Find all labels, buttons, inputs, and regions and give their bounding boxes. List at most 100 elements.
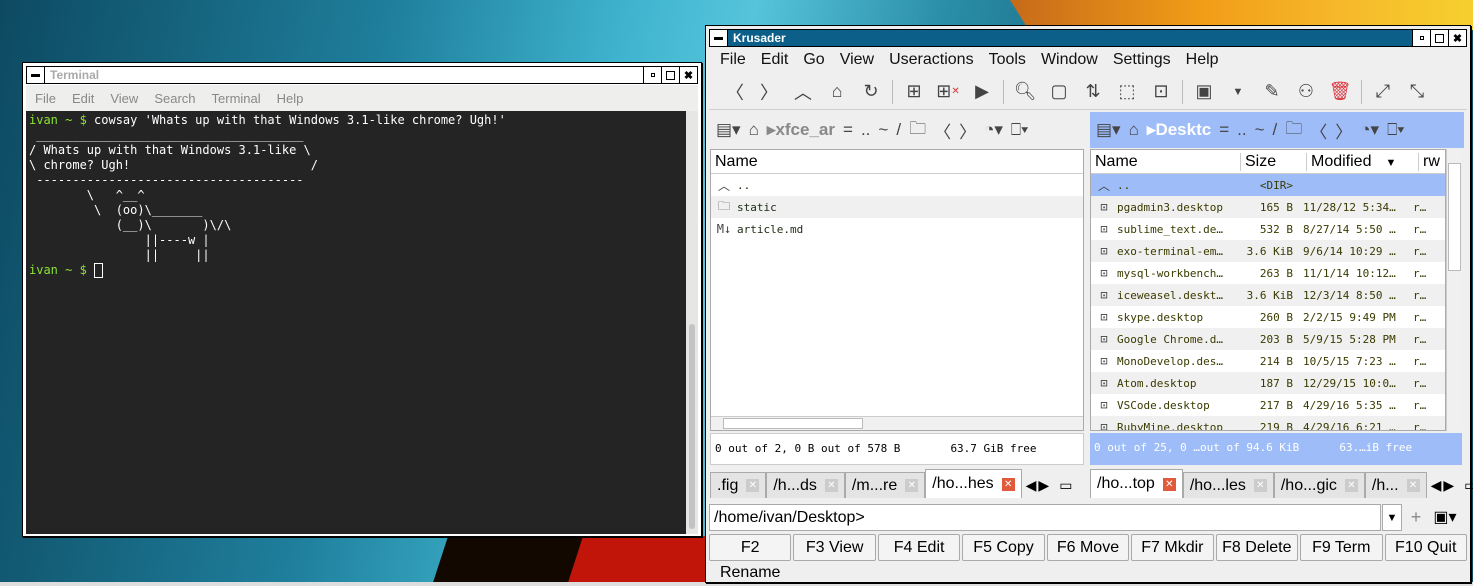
root-button[interactable]: /: [896, 120, 901, 140]
menu-file[interactable]: File: [35, 91, 56, 106]
menu-edit[interactable]: Edit: [761, 51, 789, 69]
back-icon[interactable]: 〈: [1310, 118, 1327, 143]
panel-tab[interactable]: /h...ds ✕: [766, 472, 845, 498]
menu-edit[interactable]: Edit: [72, 91, 94, 106]
add-icon[interactable]: +: [1406, 504, 1426, 531]
close-tab-icon[interactable]: ✕: [746, 479, 760, 492]
search-icon[interactable]: 🔍︎: [1008, 77, 1042, 107]
menu-help[interactable]: Help: [1186, 51, 1219, 69]
terminal-scrollbar[interactable]: [686, 111, 698, 534]
new-tab-icon[interactable]: ▭: [1464, 477, 1473, 494]
close-tab-icon[interactable]: ✕: [824, 479, 838, 492]
fkey-delete-button[interactable]: F8 Delete: [1215, 534, 1299, 561]
menu-help[interactable]: Help: [277, 91, 304, 106]
panel-tab[interactable]: /ho...top ✕: [1090, 469, 1183, 498]
user-icon[interactable]: ⚇: [1289, 77, 1323, 107]
file-row[interactable]: ⊡ sublime_text.de… 532 B 8/27/14 5:50 … r…: [1091, 218, 1445, 240]
file-row[interactable]: ⊡ skype.desktop 260 B 2/2/15 9:49 PM r…: [1091, 306, 1445, 328]
close-button[interactable]: ✖: [679, 67, 697, 83]
back-icon[interactable]: 〈: [718, 77, 752, 107]
fkey-copy-button[interactable]: F5 Copy: [962, 534, 1045, 561]
menu-go[interactable]: Go: [803, 51, 824, 69]
close-tab-icon[interactable]: ✕: [1253, 479, 1267, 492]
file-row[interactable]: ⊡ MonoDevelop.des… 214 B 10/5/15 7:23 … r…: [1091, 350, 1445, 372]
compare-icon[interactable]: ⇅: [1076, 77, 1110, 107]
right-file-list[interactable]: Name Size Modified ▼ rw ︿.. <DIR> ⊡ pgadmin3…: [1090, 149, 1446, 431]
file-row[interactable]: ⊡ mysql-workbench… 263 B 11/1/14 10:12… r…: [1091, 262, 1445, 284]
menu-terminal[interactable]: Terminal: [212, 91, 261, 106]
panel-tab[interactable]: /h... ✕: [1364, 472, 1427, 498]
panel-tab[interactable]: /ho...hes ✕: [925, 469, 1022, 498]
media-icon[interactable]: ▤▾: [1096, 120, 1121, 140]
connect-icon[interactable]: ✎: [1255, 77, 1289, 107]
tab-scroll-right-icon[interactable]: ▶: [1443, 477, 1454, 494]
up-icon[interactable]: ︿: [786, 77, 820, 107]
panel-tab[interactable]: /ho...gic ✕: [1273, 472, 1365, 498]
header-name[interactable]: Name: [1091, 152, 1241, 171]
header-rw[interactable]: rw: [1419, 153, 1443, 171]
minimize-button[interactable]: [643, 67, 661, 83]
fkey-move-button[interactable]: F6 Move: [1046, 534, 1130, 561]
home-icon[interactable]: ⌂: [1129, 120, 1139, 140]
tab-scroll-left-icon[interactable]: ◀: [1431, 477, 1442, 494]
parent-button[interactable]: ..: [861, 120, 870, 140]
home-button[interactable]: ~: [1255, 120, 1265, 140]
horizontal-scrollbar[interactable]: [711, 416, 1083, 430]
new-tab-icon[interactable]: ▭: [1059, 477, 1072, 494]
menu-tools[interactable]: Tools: [989, 51, 1026, 69]
forward-icon[interactable]: 〉: [959, 118, 976, 143]
header-modified[interactable]: Modified ▼: [1307, 152, 1419, 171]
home-button[interactable]: ~: [878, 120, 888, 140]
file-row[interactable]: ︿..: [711, 174, 1083, 196]
home-icon[interactable]: ⌂: [820, 77, 854, 107]
select-icon[interactable]: ⊞: [897, 77, 931, 107]
file-row[interactable]: ⊡ RubyMine.desktop 219 B 4/29/16 6:21 … r…: [1091, 416, 1445, 430]
left-file-list[interactable]: Name ︿.. 🗀 static M↓ article.md: [710, 149, 1084, 431]
pack-icon[interactable]: ⬚: [1110, 77, 1144, 107]
menu-view[interactable]: View: [110, 91, 138, 106]
file-row[interactable]: ⊡ pgadmin3.desktop 165 B 11/28/12 5:34… r…: [1091, 196, 1445, 218]
minimize-button[interactable]: [1412, 30, 1430, 46]
right-vertical-scrollbar[interactable]: [1446, 149, 1462, 431]
terminal-screen[interactable]: ivan ~ $ cowsay 'Whats up with that Wind…: [26, 111, 686, 534]
file-row[interactable]: ⊡ exo-terminal-em… 3.6 KiB 9/6/14 10:29 … r…: [1091, 240, 1445, 262]
command-line-input[interactable]: /home/ivan/Desktop>: [709, 504, 1381, 531]
fkey-quit-button[interactable]: F10 Quit: [1384, 534, 1467, 561]
cursor-icon[interactable]: ▶: [965, 77, 999, 107]
bookmark-icon[interactable]: ⎕▾: [1387, 120, 1404, 140]
terminal-titlebar[interactable]: Terminal ✖: [26, 66, 698, 84]
menu-file[interactable]: File: [720, 51, 746, 69]
panel-tab[interactable]: /m...re ✕: [844, 472, 926, 498]
terminal-icon[interactable]: ▣▾: [1430, 504, 1460, 531]
forward-icon[interactable]: 〉: [752, 77, 786, 107]
home-icon[interactable]: ⌂: [749, 120, 759, 140]
bookmark-icon[interactable]: ⎕▾: [1011, 120, 1028, 140]
fkey-edit-button[interactable]: F4 Edit: [877, 534, 961, 561]
file-row[interactable]: ⊡ Atom.desktop 187 B 12/29/15 10:0… r…: [1091, 372, 1445, 394]
equal-button[interactable]: =: [1219, 120, 1229, 140]
parent-button[interactable]: ..: [1237, 120, 1246, 140]
file-row[interactable]: ︿.. <DIR>: [1091, 174, 1445, 196]
dropdown-icon[interactable]: ▼: [1221, 77, 1255, 107]
tab-scroll-left-icon[interactable]: ◀: [1026, 477, 1037, 494]
history-icon[interactable]: ◔▾: [984, 120, 1003, 140]
expand-icon[interactable]: ⤢: [1366, 77, 1400, 107]
path-label[interactable]: ▸Desktc: [1147, 120, 1211, 140]
krusader-titlebar[interactable]: Krusader ✖: [709, 29, 1467, 47]
file-row[interactable]: 🗀 static: [711, 196, 1083, 218]
menu-view[interactable]: View: [840, 51, 874, 69]
sync-folder-icon[interactable]: 🗀: [1285, 116, 1302, 145]
new-icon[interactable]: ⊡: [1144, 77, 1178, 107]
sync-folder-icon[interactable]: 🗀: [909, 116, 926, 145]
back-icon[interactable]: 〈: [934, 118, 951, 143]
menu-useractions[interactable]: Useractions: [889, 51, 973, 69]
close-tab-icon[interactable]: ✕: [1344, 479, 1358, 492]
refresh-icon[interactable]: ↻: [854, 77, 888, 107]
window-menu-button[interactable]: [710, 30, 728, 46]
fkey-view-button[interactable]: F3 View: [793, 534, 876, 561]
scrollbar-thumb[interactable]: [723, 418, 863, 429]
menu-settings[interactable]: Settings: [1113, 51, 1171, 69]
header-size[interactable]: Size: [1241, 152, 1307, 171]
file-row[interactable]: ⊡ Google Chrome.d… 203 B 5/9/15 5:28 PM r…: [1091, 328, 1445, 350]
header-name[interactable]: Name: [711, 153, 1083, 171]
